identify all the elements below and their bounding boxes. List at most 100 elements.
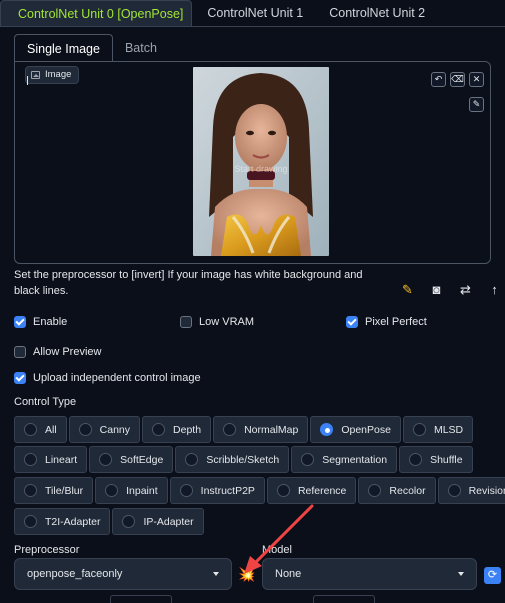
radio-dot[interactable] [24, 423, 37, 436]
radio-label: Shuffle [430, 453, 463, 466]
tab-single-image[interactable]: Single Image [14, 34, 113, 62]
radio-dot[interactable] [185, 453, 199, 466]
upload-arrow-icon[interactable]: ↑ [485, 280, 504, 299]
swap-icon[interactable]: ⇄ [456, 280, 475, 299]
radio-normalmap[interactable]: NormalMap [213, 416, 309, 443]
control-type-row-3: Tile/Blur Inpaint InstructP2P Reference … [14, 477, 505, 504]
refresh-icon[interactable]: ⟳ [484, 567, 501, 584]
bottom-edge-controls [0, 595, 505, 603]
controlnet-unit-panel: Single Image Batch Image Start drawing ↶… [0, 26, 505, 603]
upload-independent-checkbox[interactable]: Upload independent control image [14, 372, 201, 384]
controlnet-unit-tabs: ControlNet Unit 0 [OpenPose] ControlNet … [0, 0, 505, 26]
control-type-label: Control Type [14, 396, 77, 408]
radio-label: Canny [99, 423, 131, 436]
radio-dot[interactable] [368, 484, 382, 497]
radio-label: MLSD [433, 423, 464, 436]
checkbox-box[interactable] [14, 316, 26, 328]
radio-dot[interactable] [24, 453, 37, 466]
radio-label: Revision [468, 484, 505, 497]
radio-recolor[interactable]: Recolor [358, 477, 436, 504]
chevron-down-icon [458, 572, 464, 576]
radio-dot[interactable] [78, 423, 92, 436]
checkbox-box[interactable] [180, 316, 192, 328]
radio-lineart[interactable]: Lineart [14, 446, 88, 473]
radio-canny[interactable]: Canny [68, 416, 141, 443]
tab-controlnet-unit-0[interactable]: ControlNet Unit 0 [OpenPose] [0, 0, 193, 26]
pixel-perfect-label: Pixel Perfect [365, 316, 427, 328]
image-tool-icons: ✎ ◙ ⇄ ↑ [398, 280, 504, 299]
radio-scribble-sketch[interactable]: Scribble/Sketch [175, 446, 290, 473]
allow-preview-checkbox[interactable]: Allow Preview [14, 346, 101, 358]
pixel-perfect-checkbox[interactable]: Pixel Perfect [346, 316, 427, 328]
radio-softedge[interactable]: SoftEdge [89, 446, 174, 473]
tab-controlnet-unit-1[interactable]: ControlNet Unit 1 [192, 0, 311, 26]
checkbox-box[interactable] [346, 316, 358, 328]
tab-batch[interactable]: Batch [113, 34, 169, 62]
radio-inpaint[interactable]: Inpaint [95, 477, 168, 504]
radio-dot[interactable] [409, 453, 423, 466]
brush-icon[interactable]: ✎ [469, 97, 484, 112]
model-dropdown[interactable]: None [262, 558, 477, 590]
radio-dot[interactable] [152, 423, 166, 436]
radio-label: Segmentation [322, 453, 388, 466]
camera-icon[interactable]: ◙ [427, 280, 446, 299]
tab-controlnet-unit-2[interactable]: ControlNet Unit 2 [311, 0, 433, 26]
radio-all[interactable]: All [14, 416, 67, 443]
preprocessor-label: Preprocessor [14, 544, 80, 556]
preprocessor-hint: Set the preprocessor to [invert] If your… [14, 269, 363, 297]
radio-dot[interactable] [447, 484, 461, 497]
radio-dot[interactable] [301, 453, 315, 466]
radio-label: Inpaint [126, 484, 158, 497]
radio-dot[interactable] [179, 484, 193, 497]
radio-reference[interactable]: Reference [266, 477, 357, 504]
radio-label: Lineart [45, 453, 78, 466]
radio-shuffle[interactable]: Shuffle [399, 446, 473, 473]
radio-dot[interactable] [24, 484, 37, 497]
image-label-badge: Image [25, 66, 80, 84]
radio-openpose[interactable]: OpenPose [310, 416, 401, 443]
enable-checkbox[interactable]: Enable [14, 316, 67, 328]
radio-ip-adapter[interactable]: IP-Adapter [112, 508, 204, 535]
uploaded-photo: Start drawing [193, 67, 329, 256]
radio-dot[interactable] [24, 515, 37, 528]
portrait-image [193, 67, 329, 256]
checkbox-box[interactable] [14, 372, 26, 384]
radio-dot[interactable] [99, 453, 113, 466]
radio-label: InstructP2P [200, 484, 255, 497]
image-mode-tabs: Single Image Batch [14, 34, 169, 62]
explosion-icon[interactable]: 💥 [238, 565, 256, 583]
model-value: None [275, 568, 302, 580]
radio-dot[interactable] [122, 515, 136, 528]
notepad-icon[interactable]: ✎ [398, 280, 417, 299]
image-icon [31, 71, 40, 79]
radio-revision[interactable]: Revision [437, 477, 505, 504]
radio-instructp2p[interactable]: InstructP2P [169, 477, 265, 504]
radio-dot[interactable] [223, 423, 237, 436]
preprocessor-dropdown[interactable]: openpose_faceonly [14, 558, 232, 590]
radio-depth[interactable]: Depth [142, 416, 212, 443]
radio-t2i-adapter[interactable]: T2I-Adapter [14, 508, 111, 535]
radio-dot[interactable] [412, 423, 426, 436]
low-vram-checkbox[interactable]: Low VRAM [180, 316, 254, 328]
close-icon[interactable]: ✕ [469, 72, 484, 87]
allow-preview-label: Allow Preview [33, 346, 102, 358]
radio-segmentation[interactable]: Segmentation [291, 446, 398, 473]
radio-dot[interactable] [276, 484, 290, 497]
eraser-icon[interactable]: ⌫ [450, 72, 465, 87]
radio-dot-selected[interactable] [320, 423, 334, 436]
checkbox-box[interactable] [14, 346, 26, 358]
chevron-down-icon [213, 572, 219, 576]
radio-label: NormalMap [244, 423, 299, 436]
undo-icon[interactable]: ↶ [431, 72, 446, 87]
canvas-overlay-text: Start drawing [234, 164, 288, 174]
radio-label: IP-Adapter [143, 515, 194, 528]
upload-independent-label: Upload independent control image [33, 372, 201, 384]
radio-tile-blur[interactable]: Tile/Blur [14, 477, 94, 504]
radio-label: Depth [173, 423, 202, 436]
low-vram-label: Low VRAM [199, 316, 255, 328]
image-canvas[interactable]: Image Start drawing ↶ ⌫ ✕ ✎ [14, 61, 491, 264]
radio-label: Reference [297, 484, 347, 497]
radio-mlsd[interactable]: MLSD [402, 416, 474, 443]
control-type-row-1: All Canny Depth NormalMap OpenPose MLSD [14, 416, 475, 443]
radio-dot[interactable] [105, 484, 119, 497]
